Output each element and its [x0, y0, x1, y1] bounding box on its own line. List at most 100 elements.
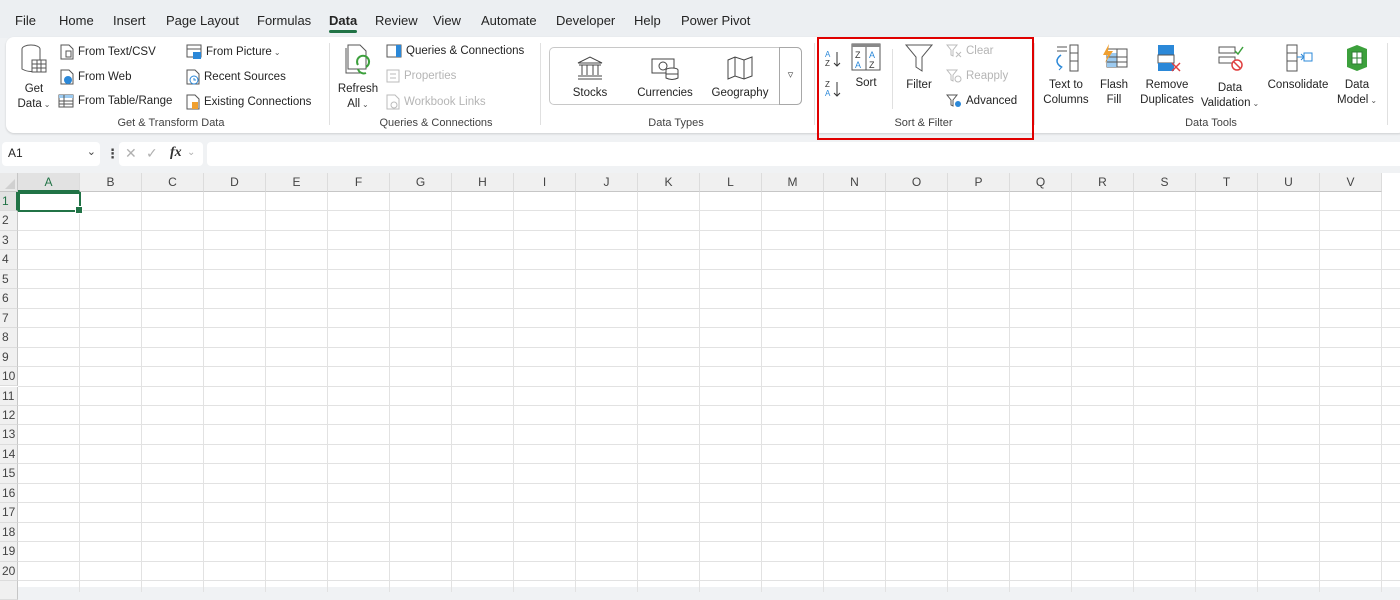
row-header[interactable]: 13: [0, 425, 18, 445]
tab-formulas[interactable]: Formulas: [257, 13, 311, 28]
data-validation-button[interactable]: Data Validation ⌄: [1198, 43, 1262, 111]
chevron-down-icon[interactable]: ⌄: [187, 147, 195, 158]
gridline: [18, 502, 1400, 504]
column-header[interactable]: E: [266, 173, 328, 192]
properties-button[interactable]: Properties: [386, 69, 456, 83]
column-header[interactable]: K: [638, 173, 700, 192]
from-web-button[interactable]: From Web: [60, 69, 131, 85]
row-header[interactable]: 2: [0, 211, 18, 231]
column-header[interactable]: O: [886, 173, 948, 192]
row-header[interactable]: 11: [0, 386, 18, 406]
tab-insert[interactable]: Insert: [113, 13, 146, 28]
get-data-button[interactable]: Get Data ⌄: [12, 43, 56, 112]
gridline: [18, 327, 1400, 329]
row-header[interactable]: 16: [0, 483, 18, 504]
refresh-all-button[interactable]: Refresh All ⌄: [337, 43, 379, 112]
row-header[interactable]: [0, 581, 18, 600]
tab-developer[interactable]: Developer: [556, 13, 615, 28]
recent-sources-button[interactable]: Recent Sources: [186, 69, 286, 85]
geography-button[interactable]: Geography: [708, 55, 772, 101]
web-file-icon: [60, 69, 74, 85]
gridline: [18, 249, 1400, 251]
row-header[interactable]: 9: [0, 347, 18, 368]
column-header[interactable]: U: [1258, 173, 1320, 192]
row-header[interactable]: 8: [0, 328, 18, 348]
row-header[interactable]: 20: [0, 561, 18, 581]
tab-data[interactable]: Data: [329, 13, 358, 33]
row-header[interactable]: 6: [0, 289, 18, 309]
column-header[interactable]: H: [452, 173, 514, 192]
queries-connections-button[interactable]: Queries & Connections: [386, 44, 524, 58]
formula-input[interactable]: [207, 142, 1400, 166]
row-header[interactable]: 5: [0, 269, 18, 290]
name-box[interactable]: A1 ⌄: [2, 142, 100, 166]
gridline: [451, 192, 452, 592]
from-picture-button[interactable]: From Picture ⌄: [186, 44, 281, 60]
column-header[interactable]: F: [328, 173, 390, 192]
currencies-button[interactable]: Currencies: [634, 55, 696, 101]
queries-pane-icon: [386, 44, 402, 58]
row-header[interactable]: 18: [0, 522, 18, 543]
tab-automate[interactable]: Automate: [481, 13, 537, 28]
existing-connections-button[interactable]: Existing Connections: [186, 94, 311, 110]
flash-fill-button[interactable]: Flash Fill: [1096, 43, 1132, 108]
column-header[interactable]: V: [1320, 173, 1382, 192]
existing-connections-icon: [186, 94, 200, 110]
tab-view[interactable]: View: [433, 13, 461, 28]
tab-power-pivot[interactable]: Power Pivot: [681, 13, 750, 28]
row-header[interactable]: 7: [0, 308, 18, 329]
column-header[interactable]: N: [824, 173, 886, 192]
column-header[interactable]: B: [80, 173, 142, 192]
column-header[interactable]: D: [204, 173, 266, 192]
gridline: [1257, 192, 1258, 592]
insert-function-button[interactable]: fx: [170, 145, 182, 161]
row-header[interactable]: 4: [0, 250, 18, 270]
row-header[interactable]: 14: [0, 444, 18, 465]
tab-help[interactable]: Help: [634, 13, 661, 28]
row-header[interactable]: 1: [0, 192, 18, 212]
from-table-range-button[interactable]: From Table/Range: [58, 94, 172, 108]
remove-duplicates-button[interactable]: Remove Duplicates: [1136, 43, 1198, 108]
row-header[interactable]: 15: [0, 464, 18, 484]
column-header[interactable]: R: [1072, 173, 1134, 192]
column-header[interactable]: S: [1134, 173, 1196, 192]
spreadsheet-grid[interactable]: A B C D E F G H I J K L M N O P Q R S T U V 1 2 3 4 5 6 7 8 9 10 11 12 13 1…: [0, 173, 1400, 600]
column-header[interactable]: T: [1196, 173, 1258, 192]
enter-icon[interactable]: ✓: [146, 145, 158, 162]
tab-file[interactable]: File: [15, 13, 36, 28]
column-header[interactable]: Q: [1010, 173, 1072, 192]
text-to-columns-icon: [1056, 44, 1079, 72]
from-text-csv-button[interactable]: From Text/CSV: [60, 44, 156, 60]
column-header[interactable]: C: [142, 173, 204, 192]
data-types-more-button[interactable]: ▿: [779, 47, 802, 105]
row-header[interactable]: 3: [0, 230, 18, 251]
data-model-button[interactable]: Data Model ⌄: [1334, 43, 1380, 108]
column-header[interactable]: L: [700, 173, 762, 192]
cancel-icon[interactable]: ✕: [125, 145, 137, 162]
column-header[interactable]: M: [762, 173, 824, 192]
text-to-columns-button[interactable]: Text to Columns: [1040, 43, 1092, 108]
tab-page-layout[interactable]: Page Layout: [166, 13, 239, 28]
row-header[interactable]: 19: [0, 542, 18, 562]
column-header[interactable]: A: [18, 173, 80, 192]
sort-filter-highlight-box: [817, 37, 1034, 140]
workbook-links-button[interactable]: Workbook Links: [386, 94, 486, 110]
select-all-button[interactable]: [0, 173, 18, 192]
more-options-icon[interactable]: ⋮: [106, 146, 119, 162]
column-header[interactable]: P: [948, 173, 1010, 192]
tab-home[interactable]: Home: [59, 13, 94, 28]
gridline: [1009, 192, 1010, 592]
consolidate-button[interactable]: Consolidate: [1264, 43, 1332, 93]
row-header[interactable]: 10: [0, 367, 18, 387]
stocks-button[interactable]: Stocks: [561, 55, 619, 101]
bank-icon: [577, 56, 603, 80]
column-header[interactable]: J: [576, 173, 638, 192]
row-header[interactable]: 17: [0, 503, 18, 523]
chevron-down-icon[interactable]: ⌄: [87, 145, 96, 158]
group-label-queries: Queries & Connections: [379, 117, 493, 129]
column-header[interactable]: I: [514, 173, 576, 192]
tab-review[interactable]: Review: [375, 13, 418, 28]
column-header[interactable]: G: [390, 173, 452, 192]
row-header[interactable]: 12: [0, 405, 18, 426]
active-cell[interactable]: [18, 192, 83, 214]
